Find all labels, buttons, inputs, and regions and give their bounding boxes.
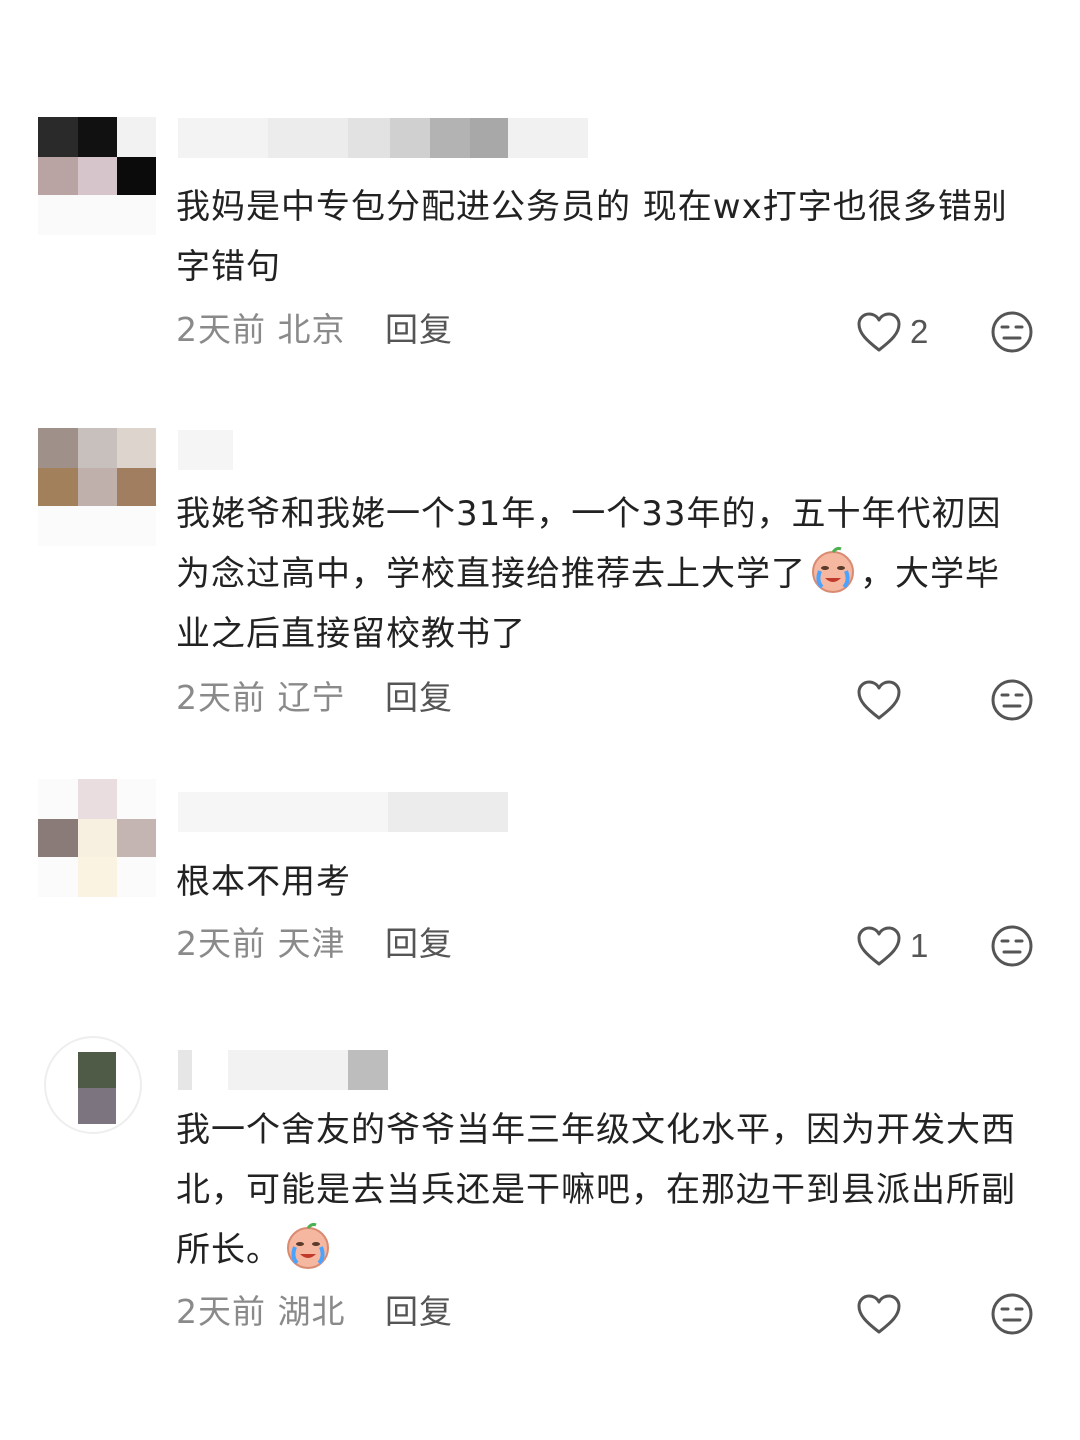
like-button[interactable]	[856, 1292, 902, 1336]
reply-button[interactable]: 回复	[385, 310, 453, 349]
dislike-face-icon[interactable]	[990, 1292, 1034, 1336]
comment-meta: 2天前 天津 回复	[176, 922, 453, 966]
like-count: 2	[910, 313, 929, 350]
avatar[interactable]	[38, 779, 156, 897]
heart-icon	[857, 312, 901, 352]
comment-location: 天津	[277, 924, 346, 963]
dislike-face-icon[interactable]	[990, 678, 1034, 722]
comment-location: 北京	[277, 310, 346, 349]
like-button[interactable]: 2	[856, 310, 928, 354]
comment-time: 2天前	[176, 678, 266, 717]
reply-button[interactable]: 回复	[385, 1292, 453, 1331]
comment-text: 我妈是中专包分配进公务员的 现在wx打字也很多错别字错句	[176, 187, 1008, 287]
heart-icon	[857, 1294, 901, 1334]
dislike-face-icon[interactable]	[990, 310, 1034, 354]
comment-text: 我姥爷和我姥一个31年，一个33年的，五十年代初因为念过高中，学校直接给推荐去上…	[176, 494, 1002, 654]
comment-text: 根本不用考	[176, 862, 351, 902]
like-count: 1	[910, 927, 929, 964]
dislike-face-icon[interactable]	[990, 924, 1034, 968]
avatar[interactable]	[38, 117, 156, 235]
like-button[interactable]: 1	[856, 924, 928, 968]
comment-meta: 2天前 辽宁 回复	[176, 676, 453, 720]
reply-button[interactable]: 回复	[385, 924, 453, 963]
comment-meta: 2天前 湖北 回复	[176, 1290, 453, 1334]
comment-location: 湖北	[277, 1292, 346, 1331]
crying-emoji	[812, 546, 854, 593]
like-button[interactable]	[856, 678, 902, 722]
reply-button[interactable]: 回复	[385, 678, 453, 717]
comment-time: 2天前	[176, 1292, 266, 1331]
comment-time: 2天前	[176, 310, 266, 349]
heart-icon	[857, 680, 901, 720]
heart-icon	[857, 926, 901, 966]
crying-emoji	[287, 1222, 329, 1269]
comment-text: 我一个舍友的爷爷当年三年级文化水平，因为开发大西北，可能是去当兵还是干嘛吧，在那…	[176, 1110, 1016, 1270]
comment-meta: 2天前 北京 回复	[176, 308, 453, 352]
comment-location: 辽宁	[277, 678, 346, 717]
comment-time: 2天前	[176, 924, 266, 963]
avatar[interactable]	[44, 1036, 142, 1134]
avatar[interactable]	[38, 428, 156, 546]
